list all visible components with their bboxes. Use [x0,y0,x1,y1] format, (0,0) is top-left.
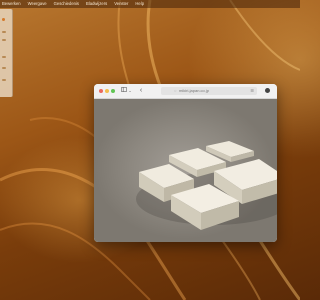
menu-item-weergave[interactable]: Weergave [28,0,47,8]
menu-bar: Bewerken Weergave Geschiedenis Bladwijze… [0,0,300,8]
address-bar[interactable]: ◌ mikiri-japan.co.jp ☰ [161,87,257,95]
sidebar-row[interactable] [2,79,6,81]
browser-window: ⌄ ‹ ◌ mikiri-japan.co.jp ☰ [94,84,277,242]
sidebar-icon[interactable] [121,87,128,95]
menu-item-geschiedenis[interactable]: Geschiedenis [54,0,79,8]
sidebar-row[interactable] [2,67,6,69]
url-text: mikiri-japan.co.jp [179,88,210,93]
sidebar-row[interactable] [2,31,6,33]
share-button[interactable] [265,88,270,93]
app-indicator-icon [2,18,5,21]
browser-toolbar: ⌄ ‹ ◌ mikiri-japan.co.jp ☰ [94,84,277,99]
minimize-window-button[interactable] [105,89,109,93]
menu-item-bewerken[interactable]: Bewerken [2,0,21,8]
page-content-photo [94,99,277,242]
reader-icon[interactable]: ☰ [250,87,254,95]
chevron-down-icon[interactable]: ⌄ [128,87,132,95]
menu-item-venster[interactable]: Venster [114,0,128,8]
sidebar-row[interactable] [2,39,6,41]
paper-blocks-image [136,141,277,230]
back-button[interactable]: ‹ [138,87,144,95]
zoom-window-button[interactable] [111,89,115,93]
lock-icon: ◌ [174,88,177,93]
sidebar-row[interactable] [2,56,6,58]
menu-item-help[interactable]: Help [135,0,144,8]
menu-item-bladwijzers[interactable]: Bladwijzers [86,0,107,8]
close-window-button[interactable] [99,89,103,93]
background-app-window[interactable] [0,9,13,97]
